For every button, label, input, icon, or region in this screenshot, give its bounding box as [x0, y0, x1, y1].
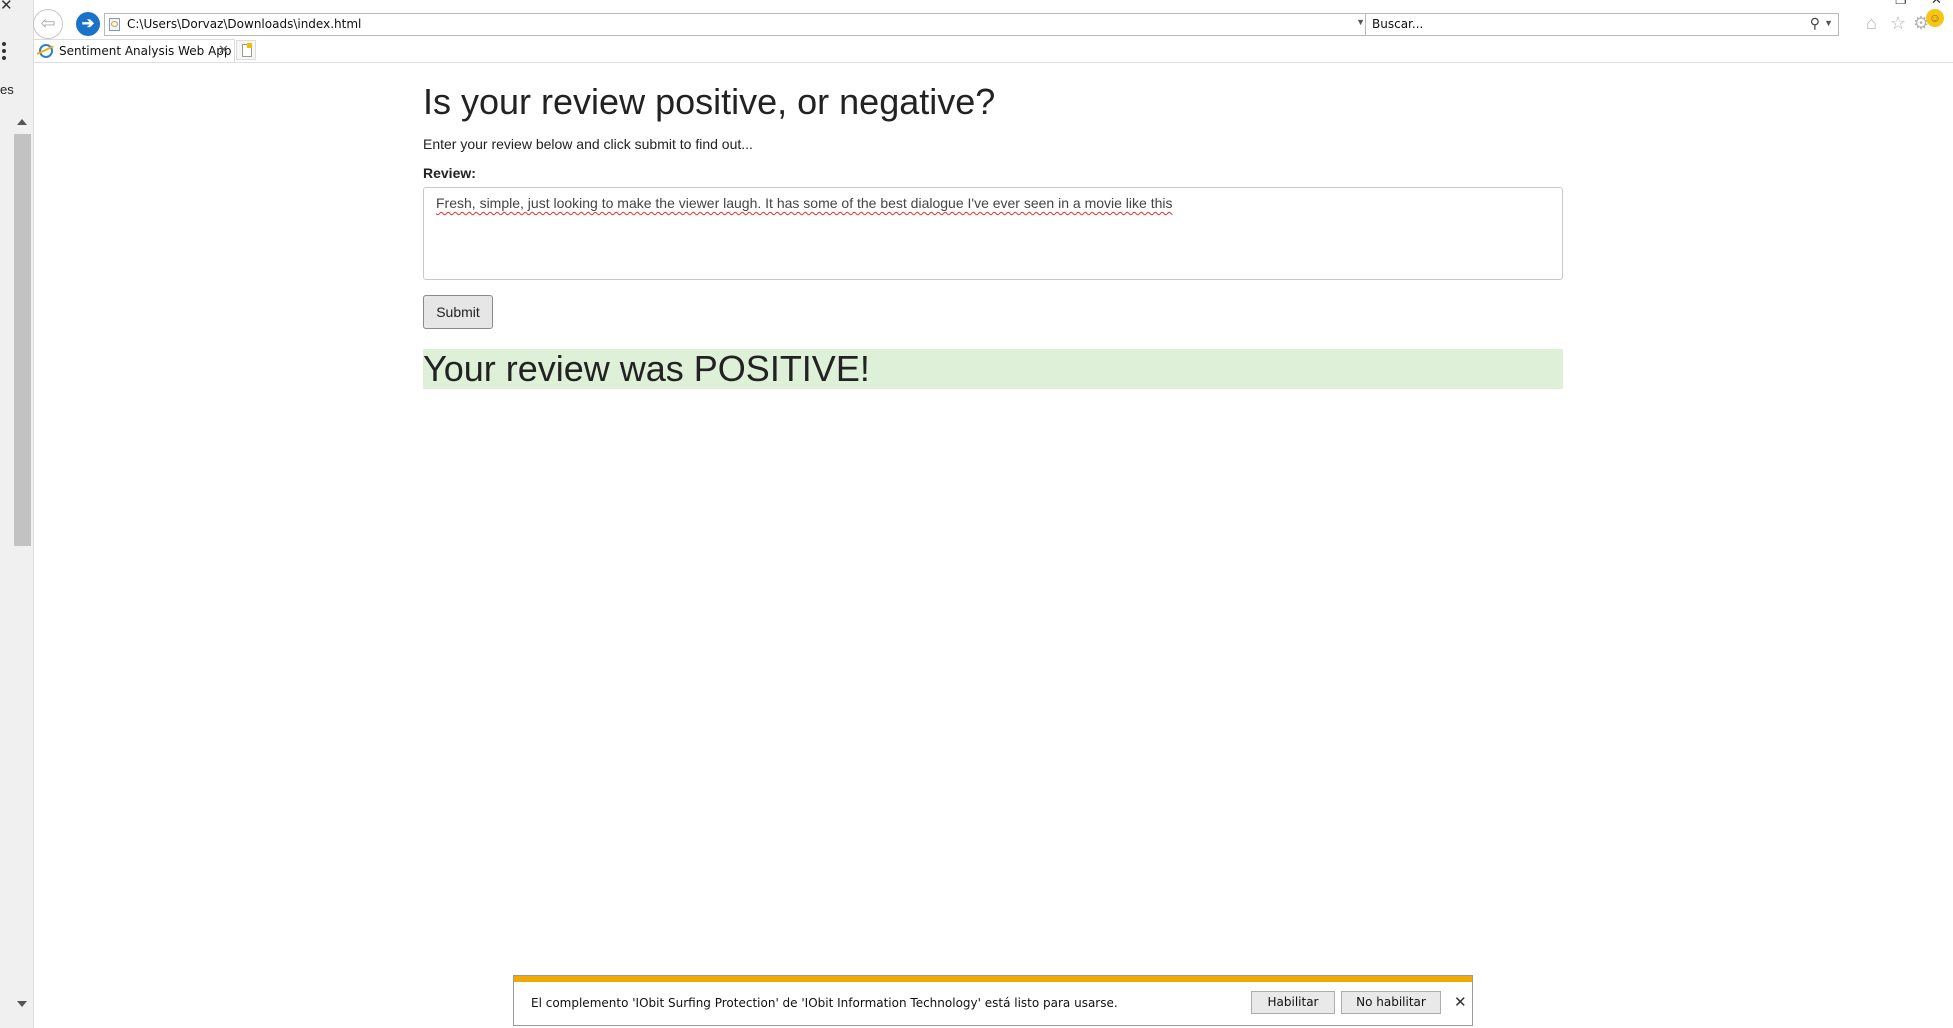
- star-icon[interactable]: ☆: [1890, 13, 1906, 34]
- disable-button[interactable]: No habilitar: [1341, 991, 1441, 1014]
- tab-bar: Sentiment Analysis Web App ✕: [33, 39, 1953, 63]
- review-label: Review:: [423, 165, 476, 181]
- restore-icon[interactable]: ❐: [1895, 0, 1907, 8]
- page-content: Is your review positive, or negative? En…: [423, 78, 1563, 389]
- address-bar[interactable]: C:\Users\Dorvaz\Downloads\index.html ▼ ↻: [104, 13, 1390, 36]
- new-tab-button[interactable]: [236, 40, 256, 60]
- notification-accent: [514, 976, 1472, 982]
- home-icon[interactable]: ⌂: [1866, 13, 1877, 34]
- search-icon[interactable]: ⚲: [1810, 15, 1820, 32]
- review-textarea[interactable]: Fresh, simple, just looking to make the …: [423, 187, 1563, 280]
- submit-button[interactable]: Submit: [423, 295, 493, 329]
- left-pane-label: es: [0, 82, 14, 97]
- tab-title: Sentiment Analysis Web App: [59, 44, 232, 58]
- left-side-pane: ✕ es: [0, 0, 34, 1028]
- page-title: Is your review positive, or negative?: [423, 81, 996, 122]
- forward-arrow-icon[interactable]: ➔: [76, 12, 100, 36]
- navigation-bar: ⇦ ➔ C:\Users\Dorvaz\Downloads\index.html…: [33, 9, 1953, 39]
- scroll-down-icon[interactable]: [17, 1001, 27, 1007]
- result-text: Your review was POSITIVE!: [423, 348, 870, 389]
- enable-button[interactable]: Habilitar: [1251, 991, 1335, 1014]
- ie-logo-icon: [39, 44, 53, 58]
- window-close-icon[interactable]: ✕: [1931, 0, 1942, 8]
- close-icon[interactable]: ✕: [1454, 993, 1467, 1011]
- tab-sentiment-analysis[interactable]: Sentiment Analysis Web App ✕: [33, 39, 235, 62]
- more-options-icon[interactable]: [2, 40, 8, 63]
- window-controls: ❐ ✕: [1883, 0, 1953, 8]
- chevron-down-icon[interactable]: ▼: [1824, 18, 1833, 28]
- chevron-down-icon[interactable]: ▼: [1356, 17, 1365, 27]
- page-icon: [109, 18, 120, 31]
- search-placeholder: Buscar...: [1372, 17, 1424, 31]
- search-input[interactable]: Buscar... ⚲ ▼: [1365, 13, 1839, 36]
- back-arrow-icon[interactable]: ⇦: [33, 9, 63, 39]
- scrollbar-thumb[interactable]: [14, 134, 31, 546]
- notification-message: El complemento 'IObit Surfing Protection…: [531, 996, 1118, 1010]
- page-intro: Enter your review below and click submit…: [423, 136, 753, 152]
- address-text[interactable]: C:\Users\Dorvaz\Downloads\index.html: [127, 17, 361, 31]
- scroll-up-icon[interactable]: [17, 119, 27, 125]
- close-icon[interactable]: ✕: [218, 42, 229, 58]
- smiley-icon[interactable]: ☺: [1926, 9, 1944, 27]
- close-icon[interactable]: ✕: [0, 0, 13, 14]
- notification-bar: El complemento 'IObit Surfing Protection…: [513, 975, 1473, 1026]
- review-text: Fresh, simple, just looking to make the …: [436, 195, 1173, 211]
- result-banner: Your review was POSITIVE!: [423, 349, 1563, 389]
